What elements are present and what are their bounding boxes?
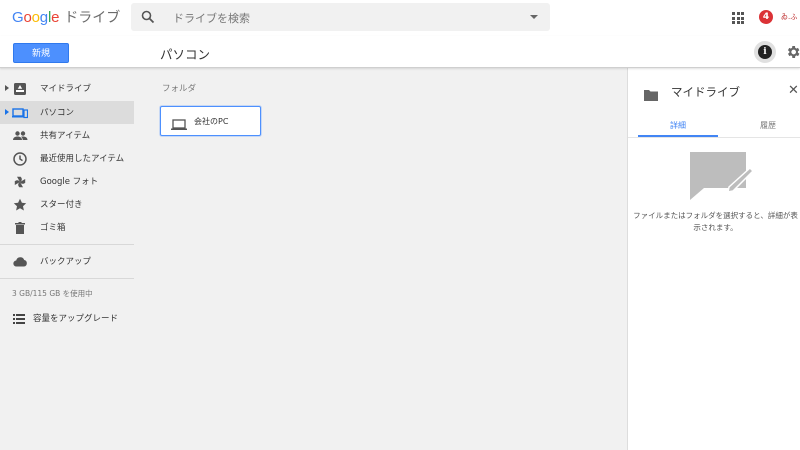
expand-arrow-icon[interactable] <box>5 85 9 91</box>
sidebar-item-label: 共有アイテム <box>40 131 91 141</box>
folder-name: 会社のPC <box>194 117 229 126</box>
sidebar-divider <box>0 244 134 245</box>
sidebar: マイドライブ パソコン 共有アイテム 最近使用したアイテム Google フォト… <box>0 68 134 450</box>
sidebar-item-label: ゴミ箱 <box>40 223 66 233</box>
cloud-icon <box>12 254 28 270</box>
sidebar-item-label: 最近使用したアイテム <box>40 154 125 164</box>
shared-people-icon <box>12 128 28 144</box>
sidebar-item-computers[interactable]: パソコン <box>0 101 134 124</box>
logo-letter: G <box>12 9 24 26</box>
storage-quota-text: 3 GB/115 GB を使用中 <box>12 289 93 298</box>
star-icon <box>12 197 28 213</box>
sidebar-item-label: マイドライブ <box>40 84 92 94</box>
sidebar-item-label: バックアップ <box>40 257 92 267</box>
logo-letter: g <box>39 9 48 26</box>
logo-letter: o <box>31 9 40 26</box>
top-header: Google ドライブ ドライブを検索 4 ゐ.ふ <box>0 0 800 36</box>
google-drive-logo[interactable]: Google ドライブ <box>12 7 120 27</box>
gear-icon[interactable] <box>785 44 800 64</box>
tab-details[interactable]: 詳細 <box>638 120 718 131</box>
avatar[interactable]: ゐ.ふ <box>781 6 800 28</box>
sidebar-item-my-drive[interactable]: マイドライブ <box>0 77 134 100</box>
sidebar-item-google-photos[interactable]: Google フォト <box>0 170 134 193</box>
sidebar-item-recent[interactable]: 最近使用したアイテム <box>0 147 134 170</box>
details-panel: マイドライブ ✕ 詳細 履歴 ファイルまたはフォルダを選択すると、詳細が表示され… <box>627 68 800 450</box>
sidebar-item-backup[interactable]: バックアップ <box>0 250 134 273</box>
computers-icon <box>12 105 29 121</box>
close-icon[interactable]: ✕ <box>788 84 799 97</box>
list-icon <box>12 311 26 330</box>
new-button[interactable]: 新規 <box>13 43 69 63</box>
apps-grid-icon[interactable] <box>732 12 744 24</box>
details-info-button[interactable]: i <box>754 41 776 63</box>
trash-icon <box>12 220 28 236</box>
sidebar-item-trash[interactable]: ゴミ箱 <box>0 216 134 239</box>
folder-card[interactable]: 会社のPC <box>160 106 261 136</box>
tab-activity[interactable]: 履歴 <box>728 120 800 131</box>
sidebar-divider <box>0 278 134 279</box>
logo-letter: o <box>23 9 32 26</box>
comment-edit-illustration-icon <box>688 150 755 204</box>
clock-icon <box>12 151 28 167</box>
drive-product-name: ドライブ <box>64 10 121 26</box>
sidebar-item-shared[interactable]: 共有アイテム <box>0 124 134 147</box>
notification-badge[interactable]: 4 <box>759 10 773 24</box>
toolbar: 新規 パソコン i <box>0 36 800 68</box>
search-input[interactable]: ドライブを検索 <box>173 10 250 26</box>
sidebar-item-label: スター付き <box>40 200 83 210</box>
info-icon: i <box>758 45 772 59</box>
sidebar-item-starred[interactable]: スター付き <box>0 193 134 216</box>
panel-title: マイドライブ <box>671 85 740 99</box>
sidebar-item-label: パソコン <box>40 108 75 118</box>
search-icon[interactable] <box>141 9 155 28</box>
sidebar-item-label: Google フォト <box>40 177 99 187</box>
folders-section-label: フォルダ <box>162 84 197 94</box>
upgrade-storage-label: 容量をアップグレード <box>33 314 119 324</box>
photos-pinwheel-icon <box>12 174 28 190</box>
folder-icon <box>644 86 658 105</box>
laptop-icon <box>171 116 187 135</box>
search-bar[interactable]: ドライブを検索 <box>131 3 550 31</box>
upgrade-storage-link[interactable]: 容量をアップグレード <box>0 308 134 328</box>
my-drive-icon <box>12 81 28 97</box>
expand-arrow-icon[interactable] <box>5 109 9 115</box>
search-options-dropdown-icon[interactable] <box>530 15 538 19</box>
logo-letter: e <box>51 9 60 26</box>
tab-divider <box>628 137 800 138</box>
page-title: パソコン <box>160 47 211 62</box>
empty-selection-message: ファイルまたはフォルダを選択すると、詳細が表示されます。 <box>633 211 798 232</box>
google-logo-text: Google <box>12 9 59 26</box>
main-area: マイドライブ パソコン 共有アイテム 最近使用したアイテム Google フォト… <box>0 68 800 450</box>
